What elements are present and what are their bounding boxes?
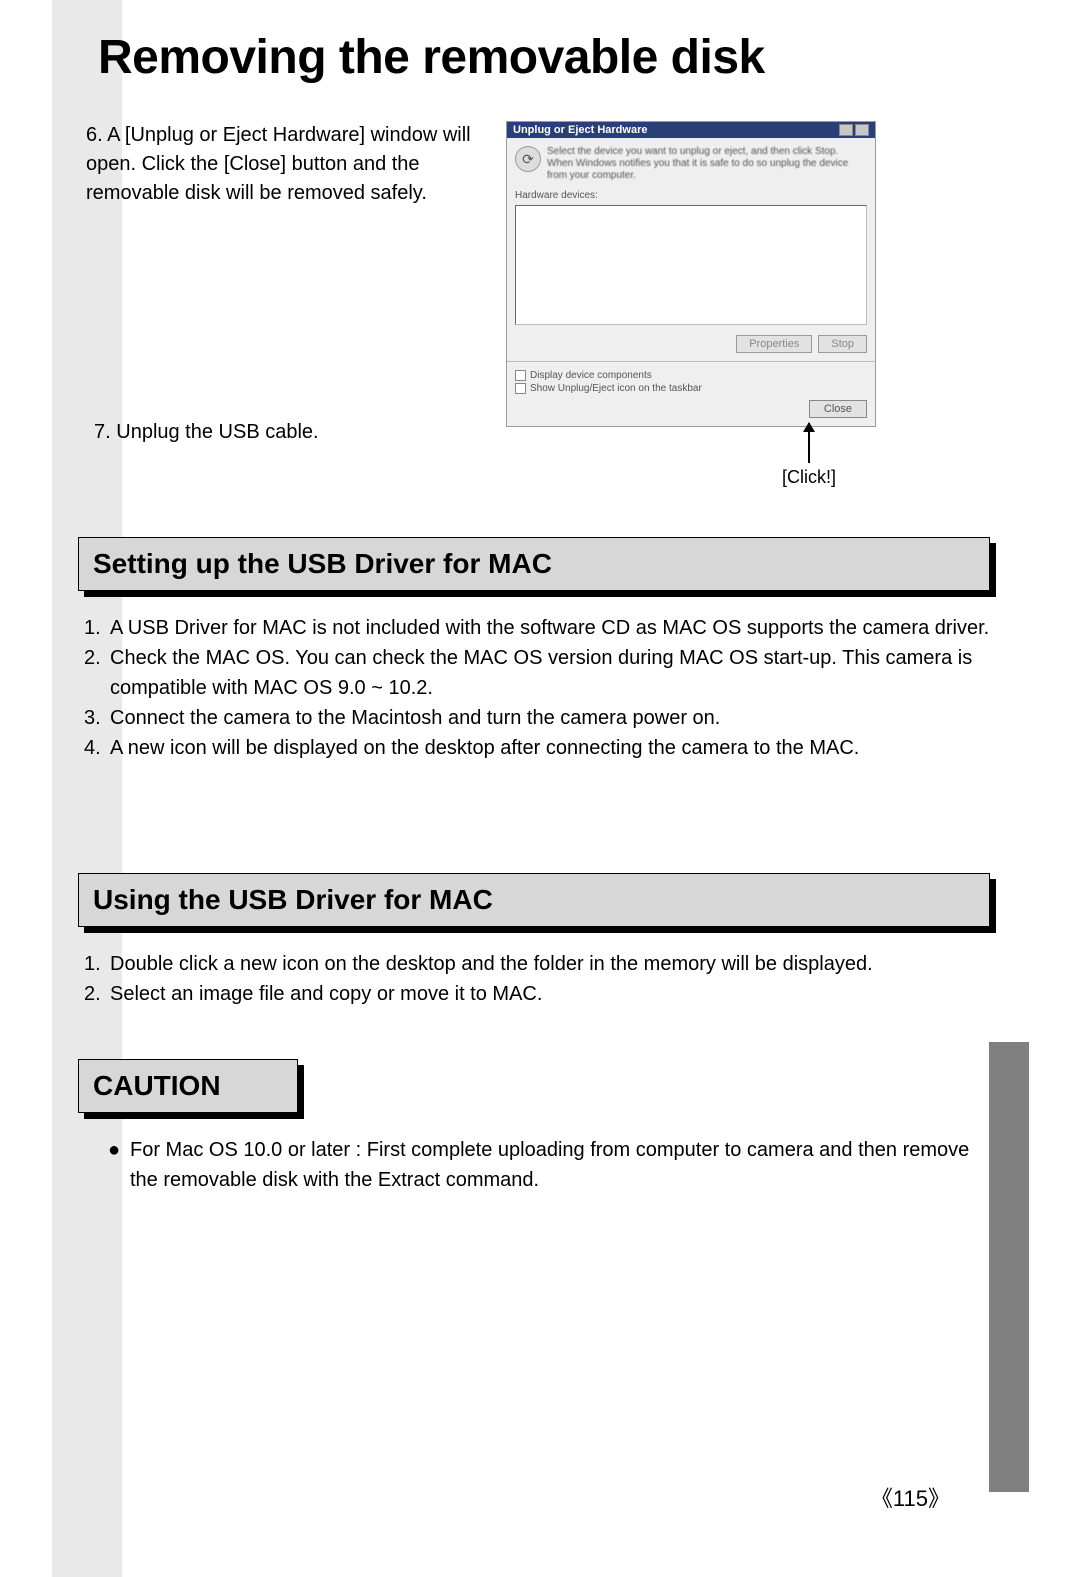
step-7: 7. Unplug the USB cable. <box>94 418 486 447</box>
page-title: Removing the removable disk <box>98 30 990 85</box>
step-6-text: A [Unplug or Eject Hardware] window will… <box>86 124 471 204</box>
list-item: ● For Mac OS 10.0 or later : First compl… <box>108 1135 990 1195</box>
caution-heading: CAUTION <box>78 1059 298 1113</box>
list-item: 2.Check the MAC OS. You can check the MA… <box>84 643 990 703</box>
dialog-separator <box>507 361 875 362</box>
list-item: 1.Double click a new icon on the desktop… <box>84 949 990 979</box>
caution-list: ● For Mac OS 10.0 or later : First compl… <box>108 1135 990 1195</box>
list-item: 3.Connect the camera to the Macintosh an… <box>84 703 990 733</box>
stop-button[interactable]: Stop <box>818 335 867 353</box>
step-6: 6. A [Unplug or Eject Hardware] window w… <box>86 121 486 447</box>
page-number: 《115》 <box>871 1481 950 1513</box>
click-label: [Click!] <box>782 467 836 488</box>
using-heading: Using the USB Driver for MAC <box>78 873 990 927</box>
show-tray-icon-label: Show Unplug/Eject icon on the taskbar <box>530 383 702 394</box>
list-item: 4.A new icon will be displayed on the de… <box>84 733 990 763</box>
unplug-eject-dialog: Unplug or Eject Hardware ⟳ Select the de… <box>506 121 876 427</box>
close-icon[interactable] <box>855 124 869 136</box>
setup-heading: Setting up the USB Driver for MAC <box>78 537 990 591</box>
using-heading-bar: Using the USB Driver for MAC <box>78 873 990 927</box>
step-7-number: 7. <box>94 421 111 443</box>
list-item: 1.A USB Driver for MAC is not included w… <box>84 613 990 643</box>
properties-button[interactable]: Properties <box>736 335 812 353</box>
hardware-devices-label: Hardware devices: <box>515 190 867 201</box>
device-listbox[interactable] <box>515 205 867 325</box>
display-components-checkbox[interactable] <box>515 370 526 381</box>
arrow-up-icon <box>808 423 810 463</box>
setup-list: 1.A USB Driver for MAC is not included w… <box>84 613 990 763</box>
caution-heading-bar: CAUTION <box>78 1059 298 1113</box>
close-button[interactable]: Close <box>809 400 867 418</box>
step-7-text: Unplug the USB cable. <box>116 421 318 443</box>
click-pointer: [Click!] <box>782 423 836 488</box>
show-tray-icon-checkbox[interactable] <box>515 383 526 394</box>
bullet-icon: ● <box>108 1135 130 1195</box>
eject-icon: ⟳ <box>515 146 541 172</box>
dialog-titlebar: Unplug or Eject Hardware <box>507 122 875 138</box>
setup-heading-bar: Setting up the USB Driver for MAC <box>78 537 990 591</box>
using-list: 1.Double click a new icon on the desktop… <box>84 949 990 1009</box>
dialog-title-text: Unplug or Eject Hardware <box>513 124 647 136</box>
list-item: 2.Select an image file and copy or move … <box>84 979 990 1009</box>
right-thumb-tab <box>989 1042 1029 1492</box>
help-icon[interactable] <box>839 124 853 136</box>
step-6-number: 6. <box>86 124 103 146</box>
dialog-instruction: Select the device you want to unplug or … <box>547 146 867 182</box>
display-components-label: Display device components <box>530 370 652 381</box>
